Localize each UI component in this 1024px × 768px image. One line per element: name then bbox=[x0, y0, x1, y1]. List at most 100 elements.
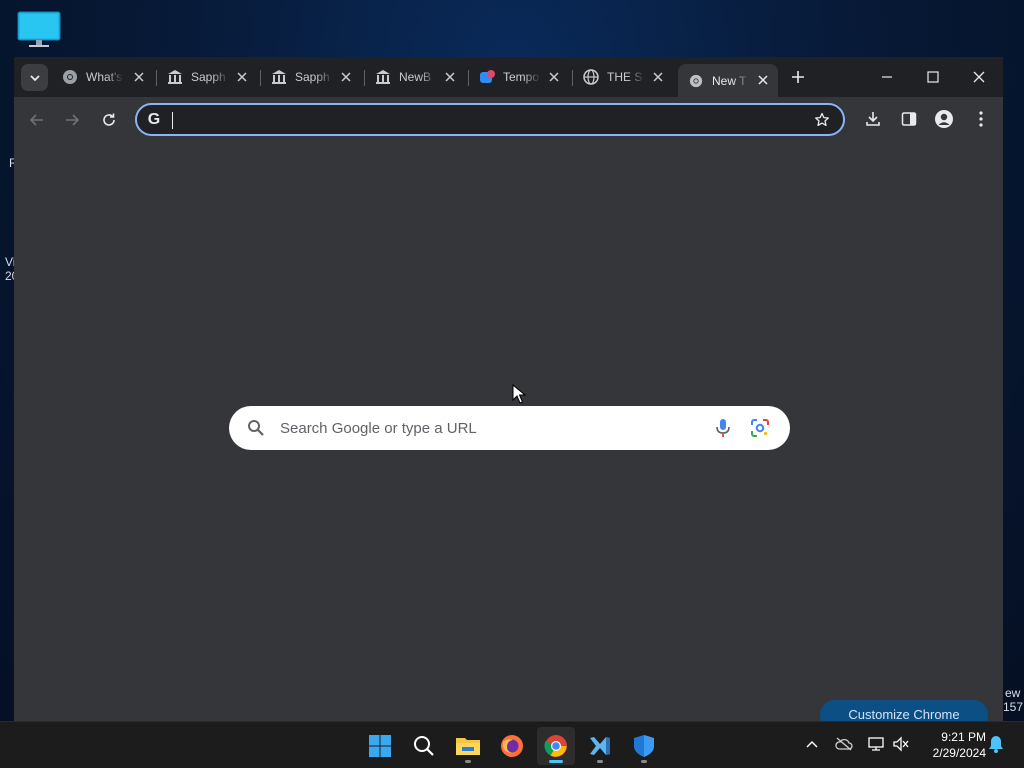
firefox-icon bbox=[501, 735, 523, 757]
system-clock[interactable]: 9:21 PM 2/29/2024 bbox=[916, 729, 986, 761]
side-panel-icon bbox=[901, 112, 917, 126]
reload-icon bbox=[103, 113, 115, 126]
close-icon[interactable] bbox=[233, 68, 251, 86]
speaker-muted-icon bbox=[893, 736, 909, 752]
tab-title: What's bbox=[86, 70, 123, 84]
notifications-button[interactable] bbox=[986, 734, 1006, 754]
file-explorer-icon bbox=[456, 738, 480, 755]
forward-button[interactable] bbox=[58, 106, 86, 134]
close-icon[interactable] bbox=[649, 68, 667, 86]
network-icon bbox=[868, 737, 884, 751]
bank-icon bbox=[167, 69, 183, 85]
chrome-taskbar-button[interactable] bbox=[537, 727, 575, 765]
ntp-search-placeholder: Search Google or type a URL bbox=[280, 420, 477, 437]
start-button[interactable] bbox=[361, 727, 399, 765]
visual-studio-button[interactable] bbox=[581, 727, 619, 765]
tab[interactable]: What's bbox=[62, 63, 148, 91]
tab-title: Sapph bbox=[295, 70, 330, 84]
desktop-peek-text: ew bbox=[1005, 686, 1021, 700]
tab[interactable]: Tempo bbox=[479, 63, 563, 91]
onedrive-button[interactable] bbox=[834, 734, 854, 754]
minimize-button[interactable] bbox=[864, 63, 910, 91]
mouse-cursor-icon bbox=[512, 384, 526, 404]
back-button[interactable] bbox=[23, 106, 51, 134]
chevron-down-icon bbox=[29, 74, 40, 81]
menu-button[interactable] bbox=[969, 107, 993, 131]
close-icon[interactable] bbox=[545, 68, 563, 86]
address-input[interactable] bbox=[171, 110, 791, 130]
file-explorer-button[interactable] bbox=[449, 727, 487, 765]
tab-separator bbox=[572, 70, 573, 86]
download-icon bbox=[866, 112, 880, 126]
tab-search-button[interactable] bbox=[21, 64, 48, 91]
tab-separator bbox=[468, 70, 469, 86]
visual-studio-icon bbox=[590, 737, 610, 755]
taskbar-search-button[interactable] bbox=[405, 727, 443, 765]
chrome-icon bbox=[544, 735, 567, 757]
tab-strip: What's Sapph Sapph NewB Tempo THE S New … bbox=[14, 57, 1003, 97]
running-indicator bbox=[641, 760, 647, 763]
close-icon[interactable] bbox=[130, 68, 148, 86]
desktop-peek-text: 157 bbox=[1003, 700, 1024, 714]
text-caret bbox=[172, 112, 173, 129]
profile-button[interactable] bbox=[932, 107, 956, 131]
toolbar: G bbox=[14, 97, 1003, 142]
arrow-right-icon bbox=[66, 114, 79, 126]
tab[interactable]: Sapph bbox=[271, 63, 355, 91]
close-icon bbox=[973, 71, 985, 83]
tab-title: NewB bbox=[399, 70, 432, 84]
defender-button[interactable] bbox=[625, 727, 663, 765]
network-button[interactable] bbox=[866, 734, 886, 754]
tab-title: THE S bbox=[607, 70, 643, 84]
bookmark-star-icon[interactable] bbox=[813, 111, 831, 129]
firefox-button[interactable] bbox=[493, 727, 531, 765]
tab-separator bbox=[156, 70, 157, 86]
desktop-monitor-icon[interactable] bbox=[17, 11, 61, 49]
bell-icon bbox=[989, 736, 1003, 753]
clock-date: 2/29/2024 bbox=[932, 746, 986, 760]
side-panel-button[interactable] bbox=[897, 107, 921, 131]
ntp-search-box[interactable]: Search Google or type a URL bbox=[229, 406, 790, 450]
new-tab-button[interactable] bbox=[787, 66, 809, 88]
maximize-icon bbox=[927, 71, 939, 83]
tab[interactable]: THE S bbox=[583, 63, 667, 91]
cloud-offline-icon bbox=[835, 737, 853, 751]
microphone-icon[interactable] bbox=[714, 418, 732, 438]
running-indicator bbox=[597, 760, 603, 763]
downloads-button[interactable] bbox=[861, 107, 885, 131]
running-indicator bbox=[549, 760, 563, 763]
close-window-button[interactable] bbox=[956, 63, 1002, 91]
chrome-icon bbox=[62, 69, 78, 85]
close-icon[interactable] bbox=[441, 68, 459, 86]
tab[interactable]: Sapph bbox=[167, 63, 251, 91]
tab-title: Tempo bbox=[503, 70, 540, 84]
globe-icon bbox=[583, 69, 599, 85]
avatar-icon bbox=[935, 110, 953, 128]
tab-active[interactable]: New T bbox=[678, 64, 778, 97]
bank-icon bbox=[375, 69, 391, 85]
tab[interactable]: NewB bbox=[375, 63, 459, 91]
minimize-icon bbox=[882, 76, 892, 78]
maximize-button[interactable] bbox=[910, 63, 956, 91]
tab-separator bbox=[260, 70, 261, 86]
volume-button[interactable] bbox=[891, 734, 911, 754]
address-bar[interactable]: G bbox=[135, 103, 845, 136]
search-icon bbox=[414, 736, 434, 756]
show-hidden-icons-button[interactable] bbox=[802, 734, 822, 754]
chrome-window: What's Sapph Sapph NewB Tempo THE S New … bbox=[14, 57, 1003, 721]
close-icon[interactable] bbox=[337, 68, 355, 86]
tab-title: Sapph bbox=[191, 70, 226, 84]
google-lens-icon[interactable] bbox=[750, 418, 770, 438]
tab-title: New T bbox=[712, 73, 747, 88]
chrome-icon bbox=[688, 73, 704, 89]
chevron-up-icon bbox=[806, 740, 818, 748]
new-tab-page: Search Google or type a URL Customize Ch… bbox=[14, 142, 1003, 721]
defender-icon bbox=[634, 735, 654, 757]
customize-chrome-button[interactable]: Customize Chrome bbox=[820, 700, 988, 721]
bank-icon bbox=[271, 69, 287, 85]
search-icon bbox=[248, 420, 264, 436]
plus-icon bbox=[792, 71, 804, 83]
close-icon[interactable] bbox=[754, 71, 772, 89]
more-vertical-icon bbox=[979, 111, 983, 127]
reload-button[interactable] bbox=[95, 106, 123, 134]
